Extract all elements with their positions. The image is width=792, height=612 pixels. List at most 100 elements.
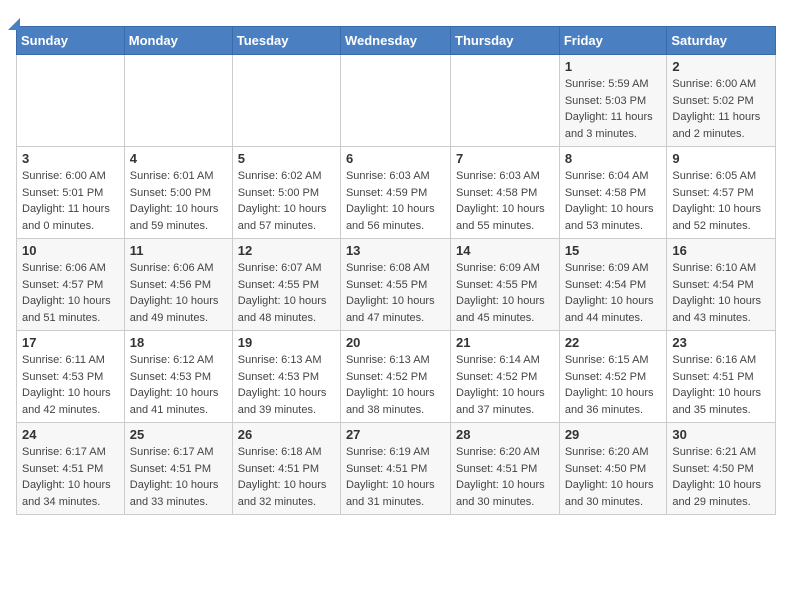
week-row-3: 10 Sunrise: 6:06 AMSunset: 4:57 PMDayligh… xyxy=(17,239,776,331)
cell-detail: Sunrise: 6:13 AMSunset: 4:53 PMDaylight:… xyxy=(238,352,335,418)
calendar-cell-4-6: 22 Sunrise: 6:15 AMSunset: 4:52 PMDayligh… xyxy=(559,331,667,423)
calendar-cell-3-4: 13 Sunrise: 6:08 AMSunset: 4:55 PMDayligh… xyxy=(340,239,450,331)
cell-detail: Sunrise: 6:00 AMSunset: 5:02 PMDaylight:… xyxy=(672,76,770,142)
calendar-cell-1-1 xyxy=(17,55,125,147)
cell-detail: Sunrise: 6:16 AMSunset: 4:51 PMDaylight:… xyxy=(672,352,770,418)
calendar-cell-4-4: 20 Sunrise: 6:13 AMSunset: 4:52 PMDayligh… xyxy=(340,331,450,423)
weekday-header-monday: Monday xyxy=(124,27,232,55)
calendar-cell-1-7: 2 Sunrise: 6:00 AMSunset: 5:02 PMDaylight… xyxy=(667,55,776,147)
calendar-cell-4-5: 21 Sunrise: 6:14 AMSunset: 4:52 PMDayligh… xyxy=(451,331,560,423)
cell-detail: Sunrise: 6:05 AMSunset: 4:57 PMDaylight:… xyxy=(672,168,770,234)
day-number: 5 xyxy=(238,151,335,166)
calendar-cell-2-5: 7 Sunrise: 6:03 AMSunset: 4:58 PMDaylight… xyxy=(451,147,560,239)
calendar-cell-2-2: 4 Sunrise: 6:01 AMSunset: 5:00 PMDaylight… xyxy=(124,147,232,239)
cell-detail: Sunrise: 6:15 AMSunset: 4:52 PMDaylight:… xyxy=(565,352,662,418)
day-number: 11 xyxy=(130,243,227,258)
day-number: 9 xyxy=(672,151,770,166)
day-number: 28 xyxy=(456,427,554,442)
cell-detail: Sunrise: 6:02 AMSunset: 5:00 PMDaylight:… xyxy=(238,168,335,234)
cell-detail: Sunrise: 5:59 AMSunset: 5:03 PMDaylight:… xyxy=(565,76,662,142)
cell-detail: Sunrise: 6:13 AMSunset: 4:52 PMDaylight:… xyxy=(346,352,445,418)
cell-detail: Sunrise: 6:04 AMSunset: 4:58 PMDaylight:… xyxy=(565,168,662,234)
calendar-cell-4-7: 23 Sunrise: 6:16 AMSunset: 4:51 PMDayligh… xyxy=(667,331,776,423)
week-row-2: 3 Sunrise: 6:00 AMSunset: 5:01 PMDaylight… xyxy=(17,147,776,239)
calendar-cell-2-1: 3 Sunrise: 6:00 AMSunset: 5:01 PMDaylight… xyxy=(17,147,125,239)
calendar-cell-4-2: 18 Sunrise: 6:12 AMSunset: 4:53 PMDayligh… xyxy=(124,331,232,423)
calendar-cell-1-6: 1 Sunrise: 5:59 AMSunset: 5:03 PMDaylight… xyxy=(559,55,667,147)
day-number: 25 xyxy=(130,427,227,442)
day-number: 23 xyxy=(672,335,770,350)
weekday-header-friday: Friday xyxy=(559,27,667,55)
cell-detail: Sunrise: 6:09 AMSunset: 4:55 PMDaylight:… xyxy=(456,260,554,326)
cell-detail: Sunrise: 6:12 AMSunset: 4:53 PMDaylight:… xyxy=(130,352,227,418)
weekday-header-sunday: Sunday xyxy=(17,27,125,55)
calendar-cell-4-3: 19Sunrise: 6:13 AMSunset: 4:53 PMDayligh… xyxy=(232,331,340,423)
day-number: 17 xyxy=(22,335,119,350)
cell-detail: Sunrise: 6:00 AMSunset: 5:01 PMDaylight:… xyxy=(22,168,119,234)
calendar-cell-3-3: 12 Sunrise: 6:07 AMSunset: 4:55 PMDayligh… xyxy=(232,239,340,331)
calendar-table: SundayMondayTuesdayWednesdayThursdayFrid… xyxy=(16,26,776,515)
cell-detail: Sunrise: 6:06 AMSunset: 4:56 PMDaylight:… xyxy=(130,260,227,326)
day-number: 4 xyxy=(130,151,227,166)
calendar-cell-1-5 xyxy=(451,55,560,147)
cell-detail: Sunrise: 6:03 AMSunset: 4:58 PMDaylight:… xyxy=(456,168,554,234)
calendar-cell-2-3: 5 Sunrise: 6:02 AMSunset: 5:00 PMDaylight… xyxy=(232,147,340,239)
calendar-cell-3-6: 15 Sunrise: 6:09 AMSunset: 4:54 PMDayligh… xyxy=(559,239,667,331)
day-number: 24 xyxy=(22,427,119,442)
weekday-header-saturday: Saturday xyxy=(667,27,776,55)
weekday-header-row: SundayMondayTuesdayWednesdayThursdayFrid… xyxy=(17,27,776,55)
cell-detail: Sunrise: 6:14 AMSunset: 4:52 PMDaylight:… xyxy=(456,352,554,418)
day-number: 18 xyxy=(130,335,227,350)
cell-detail: Sunrise: 6:11 AMSunset: 4:53 PMDaylight:… xyxy=(22,352,119,418)
week-row-4: 17 Sunrise: 6:11 AMSunset: 4:53 PMDayligh… xyxy=(17,331,776,423)
cell-detail: Sunrise: 6:20 AMSunset: 4:51 PMDaylight:… xyxy=(456,444,554,510)
day-number: 14 xyxy=(456,243,554,258)
week-row-5: 24 Sunrise: 6:17 AMSunset: 4:51 PMDayligh… xyxy=(17,423,776,515)
logo-icon xyxy=(8,18,20,30)
weekday-header-thursday: Thursday xyxy=(451,27,560,55)
weekday-header-wednesday: Wednesday xyxy=(340,27,450,55)
day-number: 1 xyxy=(565,59,662,74)
calendar-cell-2-4: 6Sunrise: 6:03 AMSunset: 4:59 PMDaylight… xyxy=(340,147,450,239)
cell-detail: Sunrise: 6:18 AMSunset: 4:51 PMDaylight:… xyxy=(238,444,335,510)
calendar-cell-3-5: 14 Sunrise: 6:09 AMSunset: 4:55 PMDayligh… xyxy=(451,239,560,331)
calendar-cell-5-2: 25 Sunrise: 6:17 AMSunset: 4:51 PMDayligh… xyxy=(124,423,232,515)
day-number: 8 xyxy=(565,151,662,166)
day-number: 20 xyxy=(346,335,445,350)
day-number: 22 xyxy=(565,335,662,350)
cell-detail: Sunrise: 6:06 AMSunset: 4:57 PMDaylight:… xyxy=(22,260,119,326)
calendar-cell-4-1: 17 Sunrise: 6:11 AMSunset: 4:53 PMDayligh… xyxy=(17,331,125,423)
calendar-cell-2-6: 8 Sunrise: 6:04 AMSunset: 4:58 PMDaylight… xyxy=(559,147,667,239)
cell-detail: Sunrise: 6:21 AMSunset: 4:50 PMDaylight:… xyxy=(672,444,770,510)
cell-detail: Sunrise: 6:08 AMSunset: 4:55 PMDaylight:… xyxy=(346,260,445,326)
cell-detail: Sunrise: 6:20 AMSunset: 4:50 PMDaylight:… xyxy=(565,444,662,510)
day-number: 3 xyxy=(22,151,119,166)
cell-detail: Sunrise: 6:10 AMSunset: 4:54 PMDaylight:… xyxy=(672,260,770,326)
calendar-cell-5-3: 26 Sunrise: 6:18 AMSunset: 4:51 PMDayligh… xyxy=(232,423,340,515)
day-number: 27 xyxy=(346,427,445,442)
calendar-cell-5-7: 30 Sunrise: 6:21 AMSunset: 4:50 PMDayligh… xyxy=(667,423,776,515)
day-number: 6 xyxy=(346,151,445,166)
cell-detail: Sunrise: 6:01 AMSunset: 5:00 PMDaylight:… xyxy=(130,168,227,234)
day-number: 15 xyxy=(565,243,662,258)
calendar-cell-3-2: 11 Sunrise: 6:06 AMSunset: 4:56 PMDayligh… xyxy=(124,239,232,331)
day-number: 30 xyxy=(672,427,770,442)
calendar-cell-3-7: 16Sunrise: 6:10 AMSunset: 4:54 PMDayligh… xyxy=(667,239,776,331)
calendar-cell-2-7: 9 Sunrise: 6:05 AMSunset: 4:57 PMDaylight… xyxy=(667,147,776,239)
day-number: 2 xyxy=(672,59,770,74)
cell-detail: Sunrise: 6:17 AMSunset: 4:51 PMDaylight:… xyxy=(22,444,119,510)
day-number: 12 xyxy=(238,243,335,258)
week-row-1: 1 Sunrise: 5:59 AMSunset: 5:03 PMDaylight… xyxy=(17,55,776,147)
cell-detail: Sunrise: 6:09 AMSunset: 4:54 PMDaylight:… xyxy=(565,260,662,326)
calendar-cell-5-1: 24 Sunrise: 6:17 AMSunset: 4:51 PMDayligh… xyxy=(17,423,125,515)
day-number: 13 xyxy=(346,243,445,258)
cell-detail: Sunrise: 6:17 AMSunset: 4:51 PMDaylight:… xyxy=(130,444,227,510)
day-number: 7 xyxy=(456,151,554,166)
calendar-cell-3-1: 10 Sunrise: 6:06 AMSunset: 4:57 PMDayligh… xyxy=(17,239,125,331)
calendar-cell-1-3 xyxy=(232,55,340,147)
cell-detail: Sunrise: 6:07 AMSunset: 4:55 PMDaylight:… xyxy=(238,260,335,326)
day-number: 26 xyxy=(238,427,335,442)
day-number: 21 xyxy=(456,335,554,350)
cell-detail: Sunrise: 6:19 AMSunset: 4:51 PMDaylight:… xyxy=(346,444,445,510)
day-number: 10 xyxy=(22,243,119,258)
